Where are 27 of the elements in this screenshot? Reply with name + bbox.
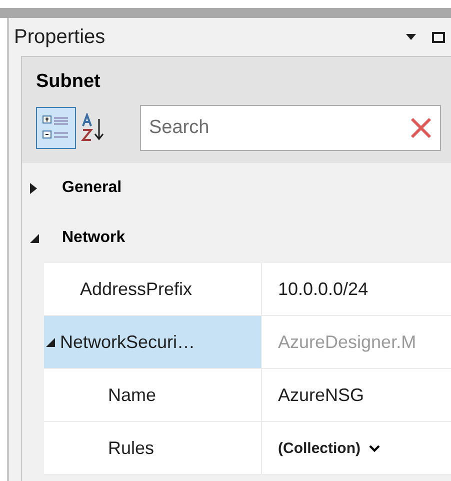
property-value: AzureNSG <box>278 384 364 406</box>
expand-icon[interactable] <box>30 182 37 194</box>
object-name: Subnet <box>36 71 102 93</box>
dropdown-arrow-icon[interactable] <box>406 34 416 40</box>
property-name[interactable]: Name <box>44 369 262 421</box>
property-label: Rules <box>108 438 154 458</box>
property-label: AddressPrefix <box>80 278 192 300</box>
search-field[interactable]: Search <box>140 105 441 151</box>
property-name[interactable]: NetworkSecuri… <box>44 316 262 368</box>
property-name[interactable]: Rules <box>44 422 262 474</box>
property-value: 10.0.0.0/24 <box>278 278 368 300</box>
property-value: (Collection) <box>278 440 360 456</box>
maximize-icon[interactable] <box>432 32 445 42</box>
search-input[interactable]: Search <box>147 116 410 140</box>
property-value: AzureDesigner.M <box>278 332 416 352</box>
category-header[interactable]: Network <box>62 229 126 247</box>
chevron-down-icon[interactable] <box>368 444 380 452</box>
property-name[interactable]: AddressPrefix <box>44 263 262 315</box>
property-label: Name <box>108 384 156 406</box>
panel-title: Properties <box>14 26 106 48</box>
category-header[interactable]: General <box>62 179 122 197</box>
property-label: NetworkSecuri… <box>60 332 196 352</box>
sort-alphabetical-icon <box>81 113 105 143</box>
collapse-icon[interactable] <box>30 234 39 242</box>
clear-icon[interactable] <box>410 117 432 139</box>
collapse-icon[interactable] <box>46 338 55 346</box>
categorized-view-button[interactable] <box>36 107 76 149</box>
